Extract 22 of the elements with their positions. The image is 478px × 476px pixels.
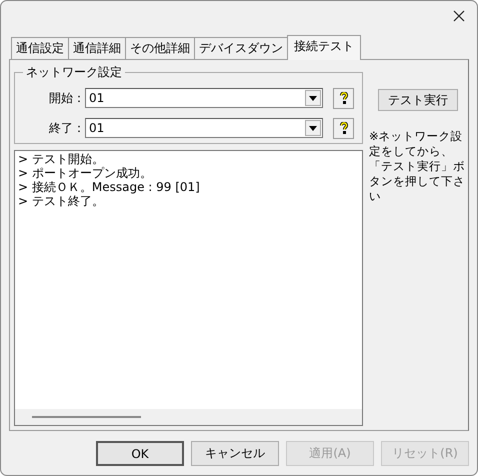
scrollbar-thumb[interactable] [32,416,141,418]
log-area[interactable]: > テスト開始。 > ポートオープン成功。 > 接続ＯＫ。Message : 99 [01] > テスト終了。 [14,150,363,426]
log-line: > テスト開始。 [18,152,105,166]
group-title: ネットワーク設定 [25,64,123,81]
dialog-button[interactable]: OK [96,441,184,466]
field-label: 開始： [48,90,85,106]
tab[interactable]: 接続テスト [287,35,361,60]
log-line: > テスト終了。 [18,194,105,208]
instruction-text: ※ネットワーク設定をしてから、「テスト実行」ボタンを押して下さい [369,129,466,204]
help-button[interactable] [333,118,354,138]
dropdown[interactable]: 01 [85,88,323,108]
field-label: 終了： [48,120,85,136]
question-mark-icon [340,122,348,134]
log-line: > ポートオープン成功。 [18,166,153,180]
dialog-button[interactable]: キャンセル [191,441,279,466]
close-icon[interactable] [453,10,465,22]
dropdown[interactable]: 01 [85,118,323,138]
test-run-button[interactable]: テスト実行 [378,89,458,111]
question-mark-icon [340,92,348,104]
help-button[interactable] [333,88,354,108]
tab[interactable]: 通信設定 [11,37,69,59]
log-line: > 接続ＯＫ。Message : 99 [01] [18,180,201,194]
